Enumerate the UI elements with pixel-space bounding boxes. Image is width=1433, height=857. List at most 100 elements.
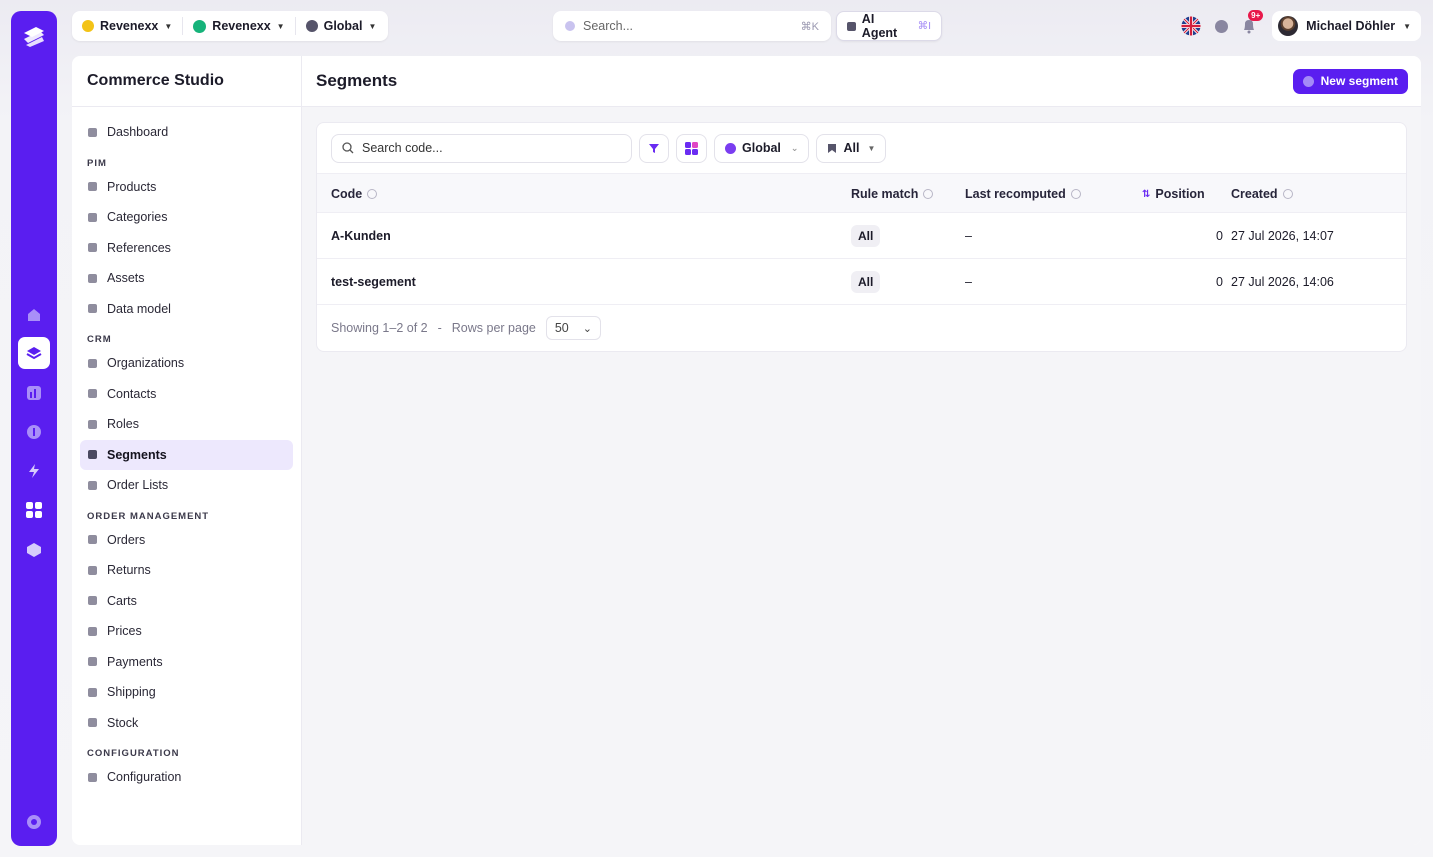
sidebar-section-configuration: CONFIGURATION	[87, 748, 180, 759]
sidebar-item-orders[interactable]: Orders	[80, 525, 293, 556]
card-icon	[88, 657, 97, 667]
channel-select[interactable]: Revenexx ▼	[193, 17, 296, 35]
type-select[interactable]: All ▼	[816, 133, 887, 163]
table-row[interactable]: A-Kunden All – 0 27 Jul 2026, 14:07	[317, 213, 1406, 259]
cell-last-recomputed: –	[965, 229, 972, 243]
sidebar-item-order-lists[interactable]: Order Lists	[80, 470, 293, 501]
sidebar-item-segments[interactable]: Segments	[80, 439, 293, 470]
table-body: A-Kunden All – 0 27 Jul 2026, 14:07 test-sege…	[317, 213, 1406, 305]
column-last-recomputed-label: Last recomputed	[965, 187, 1066, 201]
notifications-bell[interactable]: 9+	[1242, 10, 1264, 34]
uk-flag-icon[interactable]	[1181, 16, 1201, 36]
sidebar-item-contacts[interactable]: Contacts	[80, 379, 293, 410]
sidebar-item-shipping[interactable]: Shipping	[80, 677, 293, 708]
region-label: Global	[323, 19, 363, 33]
tenant-label: Revenexx	[100, 19, 159, 33]
rows-per-page-value: 50	[554, 321, 569, 335]
sidebar-item-label: Assets	[107, 271, 145, 286]
ai-agent-shortcut: ⌘I	[917, 20, 931, 32]
sidebar-item-roles[interactable]: Roles	[80, 409, 293, 440]
sidebar-item-prices[interactable]: Prices	[80, 616, 293, 647]
grid-icon	[88, 304, 97, 314]
cell-position: 0	[1216, 229, 1223, 243]
main-content: Segments New segment Search code... Glob…	[302, 56, 1421, 845]
sidebar-section-order-management: ORDER MANAGEMENT	[87, 510, 210, 522]
scope-select[interactable]: Global ⌄	[714, 133, 810, 163]
avatar	[1278, 16, 1299, 36]
sidebar-item-data-model[interactable]: Data model	[80, 294, 293, 325]
sidebar-item-returns[interactable]: Returns	[80, 555, 293, 586]
sidebar-item-label: Payments	[107, 654, 163, 669]
column-position[interactable]: ⇅ Position	[1142, 174, 1205, 214]
plus-icon	[1302, 75, 1314, 87]
sidebar-item-stock[interactable]: Stock	[80, 708, 293, 739]
type-label: All	[843, 141, 860, 155]
column-last-recomputed[interactable]: Last recomputed	[965, 174, 1081, 214]
scope-label: Global	[742, 141, 781, 155]
green-dot-icon	[193, 19, 207, 33]
bookmark-icon	[828, 143, 837, 153]
category-icon	[88, 212, 97, 222]
rule-match-chip: All	[851, 271, 881, 293]
cell-position: 0	[1216, 275, 1223, 289]
truck-icon	[88, 687, 97, 697]
help-icon[interactable]	[1215, 19, 1229, 33]
cube-icon[interactable]	[22, 538, 46, 562]
filter-icon	[649, 144, 659, 153]
sidebar-item-assets[interactable]: Assets	[80, 263, 293, 294]
sidebar-item-configuration[interactable]: Configuration	[80, 762, 293, 793]
user-menu[interactable]: Michael Döhler ▼	[1272, 11, 1421, 41]
region-select[interactable]: Global ▼	[305, 17, 387, 35]
sidebar-item-label: References	[107, 240, 171, 255]
cart-icon	[88, 596, 97, 606]
chart-icon[interactable]	[22, 381, 46, 405]
code-search-placeholder: Search code...	[362, 141, 443, 155]
filter-button[interactable]	[639, 133, 669, 163]
sidebar-item-categories[interactable]: Categories	[80, 202, 293, 233]
rows-per-page-select[interactable]: 50 ⌄	[545, 316, 601, 340]
chevron-down-icon: ▼	[867, 143, 876, 153]
sidebar-item-carts[interactable]: Carts	[80, 586, 293, 617]
sidebar-title: Commerce Studio	[72, 56, 301, 107]
box-icon	[88, 182, 97, 192]
info-icon	[1070, 189, 1081, 199]
table-row[interactable]: test-segement All – 0 27 Jul 2026, 14:06	[317, 259, 1406, 305]
gear-icon[interactable]	[22, 810, 46, 834]
sidebar-item-products[interactable]: Products	[80, 172, 293, 203]
sidebar-item-payments[interactable]: Payments	[80, 647, 293, 678]
sidebar-item-label: Prices	[107, 624, 142, 639]
column-position-label: Position	[1155, 187, 1205, 201]
sidebar-item-references[interactable]: References	[80, 233, 293, 264]
box-icon	[88, 389, 97, 399]
table-footer: Showing 1–2 of 2 - Rows per page 50 ⌄	[317, 305, 1406, 351]
revenexx-logo-icon[interactable]	[20, 23, 48, 51]
layers-icon[interactable]	[18, 337, 50, 369]
globe-icon	[305, 20, 318, 32]
home-icon[interactable]	[22, 303, 46, 327]
top-bar: Revenexx ▼ Revenexx ▼ Global ▼ Search...…	[72, 10, 1421, 41]
revenexx-logo-icon	[82, 20, 94, 32]
apps-grid-icon[interactable]	[22, 498, 46, 522]
sidebar-item-label: Products	[107, 179, 157, 194]
columns-button[interactable]	[676, 133, 707, 163]
footer-separator: -	[437, 321, 442, 335]
page-header: Segments New segment	[302, 56, 1421, 107]
code-search-input[interactable]: Search code...	[331, 133, 632, 163]
global-search[interactable]: Search... ⌘K	[553, 11, 831, 41]
sidebar-item-dashboard[interactable]: Dashboard	[80, 117, 293, 148]
ai-agent-button[interactable]: AI Agent ⌘I	[836, 11, 942, 41]
column-code[interactable]: Code	[331, 174, 378, 214]
sidebar-section-pim: PIM	[87, 157, 107, 169]
tenant-select[interactable]: Revenexx ▼	[82, 17, 184, 35]
rows-per-page-label: Rows per page	[451, 321, 536, 335]
chevron-down-icon: ⌄	[790, 142, 799, 153]
column-rule-match[interactable]: Rule match	[851, 174, 934, 214]
new-segment-button[interactable]: New segment	[1292, 68, 1408, 94]
sidebar-item-organizations[interactable]: Organizations	[80, 348, 293, 379]
app-rail	[11, 11, 57, 846]
lightning-icon[interactable]	[22, 459, 46, 483]
column-created[interactable]: Created	[1231, 174, 1293, 214]
chevron-down-icon: ▼	[1403, 21, 1411, 31]
plug-icon[interactable]	[22, 420, 46, 444]
cell-rule-match: All	[851, 259, 881, 305]
